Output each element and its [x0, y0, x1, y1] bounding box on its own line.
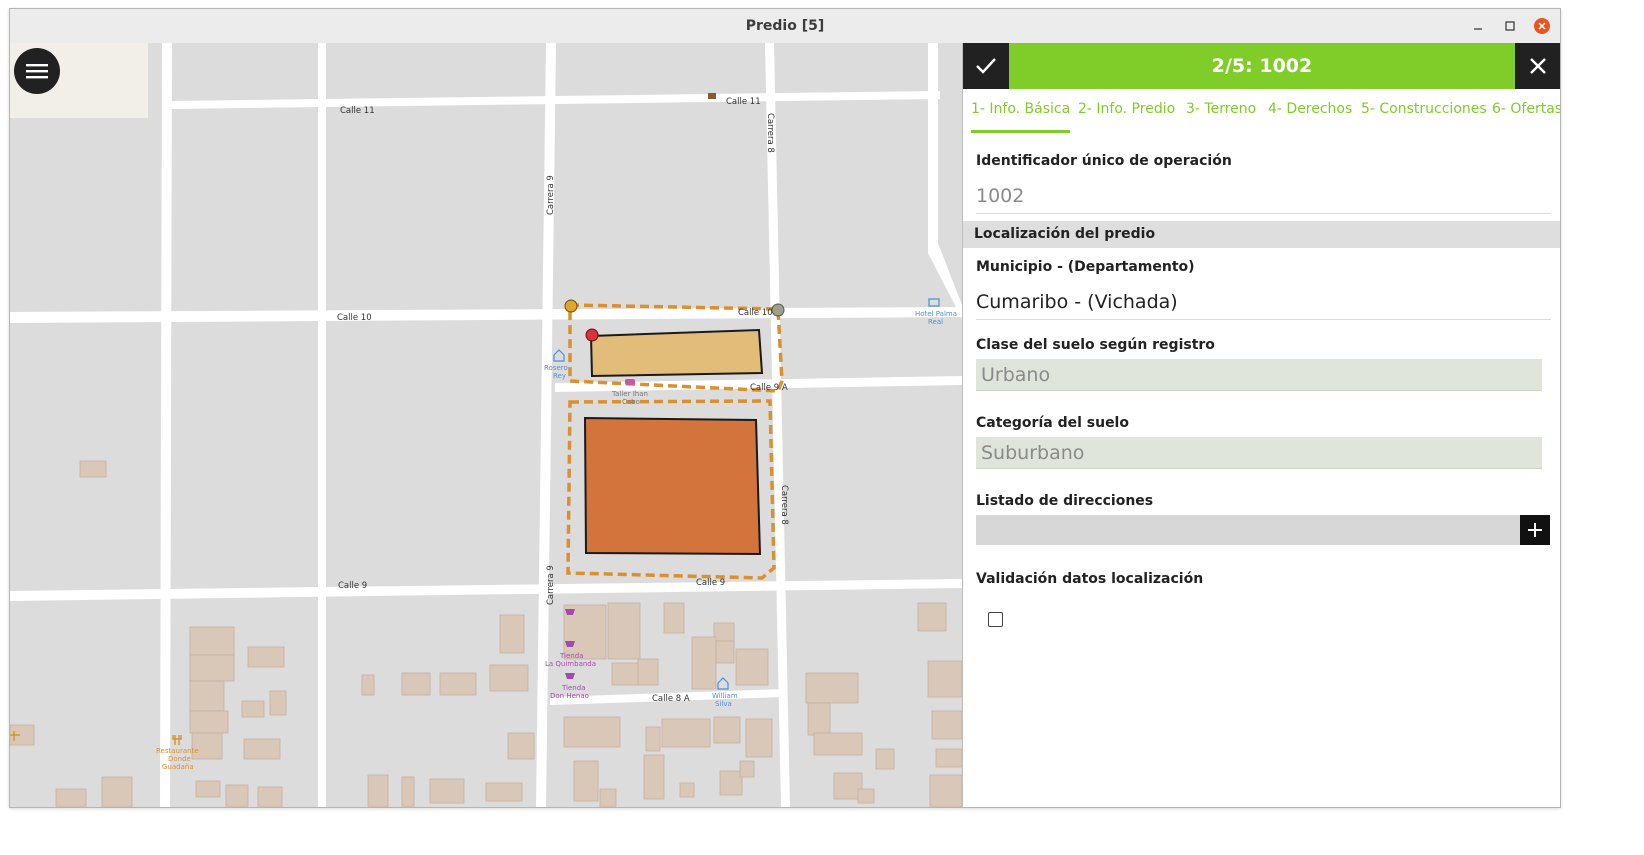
clase-suelo-label: Clase del suelo según registro: [976, 337, 1215, 353]
map-view[interactable]: Calle 11 Calle 11 Calle 10 Calle 10 Call…: [10, 43, 962, 807]
categoria-suelo-label: Categoría del suelo: [976, 415, 1129, 431]
poi-label: La Quimbanda: [545, 660, 596, 668]
field-underline: [976, 319, 1551, 320]
poi-label: Hotel Palma: [915, 310, 957, 318]
title-bar: Predio [5]: [10, 9, 1560, 44]
location-section-header: Localización del predio: [963, 221, 1560, 248]
panel-header: 2/5: 1002: [963, 43, 1560, 89]
street-label: Calle 8 A: [652, 694, 690, 704]
poi-label: Restaurante: [156, 747, 199, 755]
street-label: Calle 9: [696, 578, 725, 588]
poi-label: Tienda: [561, 684, 585, 692]
vertex-handle-red[interactable]: [585, 328, 599, 342]
street-label: Calle 10: [337, 313, 372, 323]
municipio-label: Municipio - (Departamento): [976, 259, 1195, 275]
poi-label: Guadaña: [162, 763, 194, 771]
app-window: Predio [5] Calle 11 Calle 11 Calle 10 Ca…: [9, 8, 1561, 808]
operation-id-label: Identificador único de operación: [976, 153, 1232, 169]
validacion-label: Validación datos localización: [976, 571, 1204, 587]
car-icon: [625, 379, 635, 385]
tab-construcciones[interactable]: 5- Construcciones: [1361, 89, 1487, 133]
road-left: [160, 43, 172, 807]
direcciones-list: [976, 515, 1520, 545]
panel-title: 2/5: 1002: [1211, 55, 1313, 77]
field-underline: [976, 213, 1551, 214]
map-canvas[interactable]: Calle 11 Calle 11 Calle 10 Calle 10 Call…: [10, 43, 962, 807]
parcel-polygon-1[interactable]: [589, 328, 764, 378]
operation-id-field: 1002: [976, 185, 1025, 207]
poi-cafe[interactable]: [708, 93, 716, 99]
vertex-handle-gray[interactable]: [771, 303, 785, 317]
tab-terreno[interactable]: 3- Terreno: [1186, 89, 1256, 133]
tab-info-basica[interactable]: 1- Info. Básica: [971, 89, 1071, 133]
street-label: Carrera 9: [546, 565, 556, 605]
poi-label: Rosero: [544, 364, 568, 372]
municipio-field[interactable]: Cumaribo - (Vichada): [976, 291, 1178, 313]
poi-label: Real: [928, 318, 943, 326]
road-middle-left: [318, 43, 326, 807]
poi-label: Taller Ihan: [611, 390, 648, 398]
tab-derechos[interactable]: 4- Derechos: [1268, 89, 1352, 133]
tab-info-predio[interactable]: 2- Info. Predio: [1078, 89, 1175, 133]
street-label: Calle 9 A: [750, 383, 788, 393]
tab-ofertas[interactable]: 6- Ofertas: [1492, 89, 1560, 133]
close-icon[interactable]: [1534, 18, 1550, 34]
checkmark-icon[interactable]: [963, 43, 1009, 89]
street-label: Carrera 8: [765, 113, 775, 153]
poi-label: Rey: [553, 372, 566, 380]
poi-label: Don Henao: [550, 692, 589, 700]
street-label: Carrera 9: [546, 175, 556, 215]
maximize-icon[interactable]: [1502, 18, 1518, 34]
form-panel: 2/5: 1002 1- Info. Básica 2- Info. Predi…: [962, 43, 1560, 807]
hamburger-menu-icon[interactable]: [14, 48, 60, 94]
street-label: Carrera 8: [779, 485, 789, 525]
street-label: Calle 10: [738, 308, 773, 318]
tab-bar: 1- Info. Básica 2- Info. Predio 3- Terre…: [963, 89, 1560, 133]
direcciones-label: Listado de direcciones: [976, 493, 1154, 509]
poi-label: Silva: [715, 700, 732, 708]
categoria-suelo-field[interactable]: Suburbano: [976, 437, 1542, 469]
parcel-polygon-2[interactable]: [583, 416, 762, 556]
poi-label: Donde: [168, 755, 191, 763]
clase-suelo-field[interactable]: Urbano: [976, 359, 1542, 391]
street-label: Calle 11: [726, 97, 761, 107]
poi-label: William: [712, 692, 738, 700]
close-icon[interactable]: [1515, 43, 1560, 89]
minimize-icon[interactable]: [1470, 18, 1486, 34]
vertex-handle-yellow[interactable]: [564, 299, 578, 313]
street-label: Calle 9: [338, 581, 367, 591]
window-title: Predio [5]: [745, 18, 825, 34]
validacion-checkbox[interactable]: [988, 612, 1003, 627]
plus-icon[interactable]: [1520, 515, 1550, 545]
street-label: Calle 11: [340, 106, 375, 116]
poi-label: Tienda: [559, 652, 583, 660]
cafe-icon: [708, 93, 716, 99]
poi-label: Cabo: [622, 398, 640, 406]
